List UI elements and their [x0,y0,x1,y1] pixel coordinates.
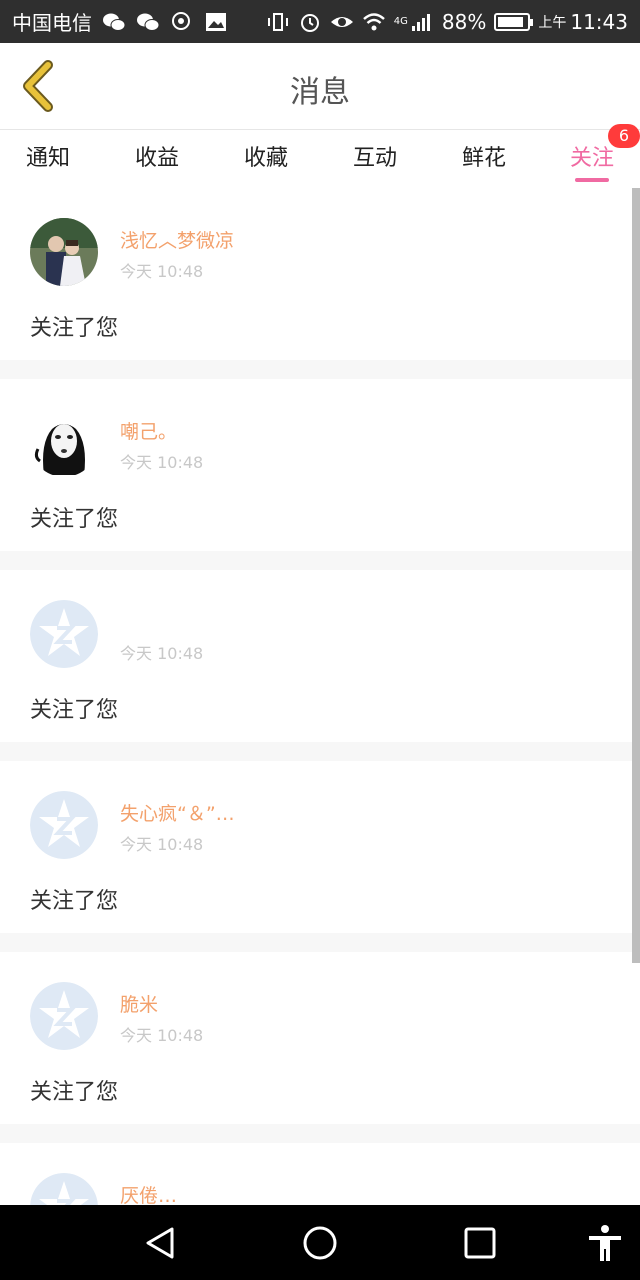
timestamp: 今天 10:48 [120,644,204,663]
scrollbar[interactable] [632,188,640,963]
battery-icon [494,12,534,31]
wechat-icon [137,13,160,31]
list-item[interactable]: 浅忆︿梦微凉 今天 10:48 关注了您 [0,188,640,360]
tab-interaction[interactable]: 互动 [330,140,420,172]
default-avatar-icon [30,982,98,1050]
list-item[interactable]: 厌倦… [0,1143,640,1205]
page-title: 消息 [290,75,350,110]
tab-flowers[interactable]: 鲜花 [439,140,529,172]
battery-percent: 88% [441,9,487,34]
recents-square-icon[interactable] [460,1223,500,1263]
avatar-photo [30,218,98,286]
follow-count-badge: 6 [608,124,640,148]
default-avatar-icon [30,600,98,668]
user-name[interactable]: 浅忆︿梦微凉 [120,226,234,253]
avatar[interactable] [30,409,98,477]
active-tab-indicator [575,178,609,182]
avatar-photo [30,409,98,477]
timestamp: 今天 10:48 [120,835,204,854]
action-text: 关注了您 [30,507,119,532]
action-text: 关注了您 [30,316,119,341]
clock: 11:43 [570,9,628,34]
eye-icon [330,16,353,27]
user-name[interactable]: 失心疯“＆”… [120,799,235,826]
list-item[interactable]: 今天 10:48 关注了您 [0,570,640,742]
carrier-label: 中国电信 [12,11,92,35]
default-avatar-icon [30,1173,98,1205]
action-text: 关注了您 [30,889,119,914]
timestamp: 今天 10:48 [120,1026,204,1045]
tab-bar: 通知 收益 收藏 互动 鲜花 关注 [0,130,640,188]
home-circle-icon[interactable] [300,1223,340,1263]
avatar[interactable] [30,600,98,668]
ampm-label: 上午 [538,14,567,31]
avatar[interactable] [30,218,98,286]
list-item[interactable]: 失心疯“＆”… 今天 10:48 关注了您 [0,761,640,933]
header: 消息 [0,43,640,130]
tab-earnings[interactable]: 收益 [112,140,202,172]
location-icon [172,11,190,30]
accessibility-icon[interactable] [585,1223,625,1263]
list-item[interactable]: 脆米 今天 10:48 关注了您 [0,952,640,1124]
system-nav-bar [0,1205,640,1280]
list-item[interactable]: 嘲己。 今天 10:48 关注了您 [0,379,640,551]
vibrate-icon [267,12,288,31]
avatar[interactable] [30,982,98,1050]
avatar[interactable] [30,791,98,859]
signal-icon [411,13,430,31]
default-avatar-icon [30,791,98,859]
tab-notice[interactable]: 通知 [3,140,93,172]
status-bar: 中国电信 4G 88% 上午 11:43 [0,0,640,43]
user-name[interactable]: 嘲己。 [120,417,177,444]
network-label: 4G [393,16,408,27]
user-name[interactable]: 厌倦… [120,1181,177,1205]
action-text: 关注了您 [30,698,119,723]
wechat-icon [103,13,126,31]
message-list[interactable]: 浅忆︿梦微凉 今天 10:48 关注了您 嘲己。 今天 10:48 关注了您 今… [0,188,640,1205]
avatar[interactable] [30,1173,98,1205]
wifi-icon [362,12,385,30]
user-name[interactable]: 脆米 [120,990,158,1017]
timestamp: 今天 10:48 [120,453,204,472]
alarm-icon [300,13,319,32]
tab-favorites[interactable]: 收藏 [221,140,311,172]
image-icon [206,12,226,31]
back-triangle-icon[interactable] [140,1223,180,1263]
timestamp: 今天 10:48 [120,262,204,281]
action-text: 关注了您 [30,1080,119,1105]
